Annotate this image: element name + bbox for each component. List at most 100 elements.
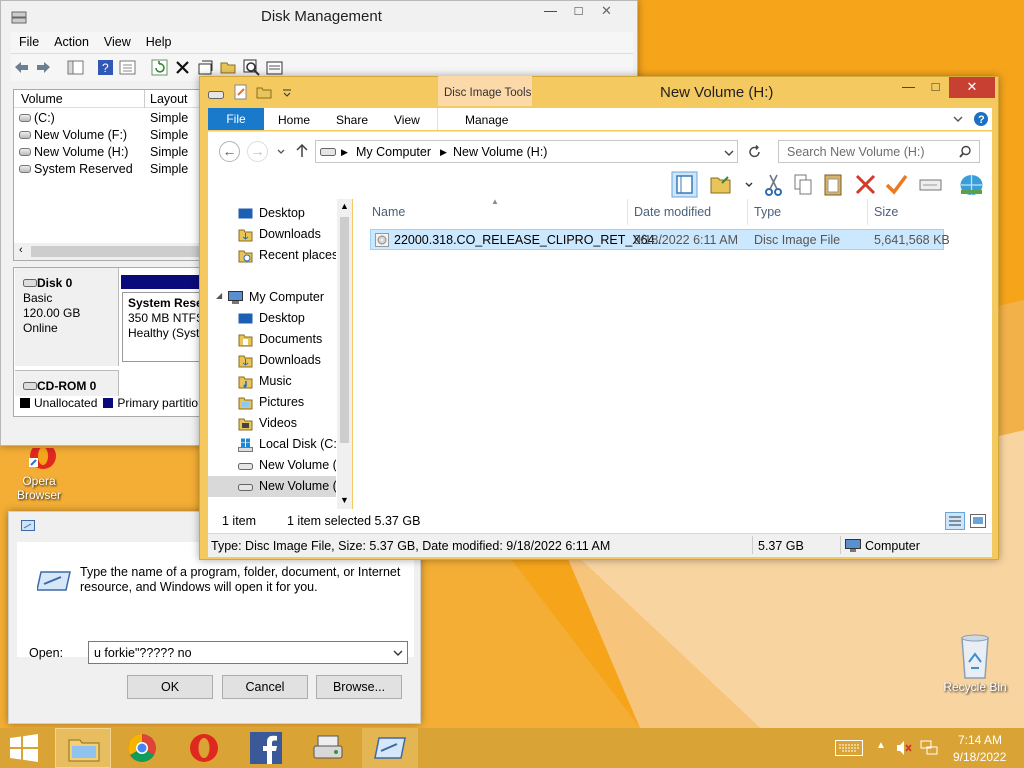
breadcrumb-separator-icon[interactable]: ▶ bbox=[341, 147, 348, 158]
customize-quick-access-icon[interactable] bbox=[282, 88, 292, 98]
menu-file[interactable]: File bbox=[11, 32, 46, 49]
minimize-button[interactable]: — bbox=[537, 1, 564, 22]
nav-item-downloads[interactable]: Downloads bbox=[208, 224, 336, 245]
properties-quick-icon[interactable] bbox=[234, 84, 248, 100]
clock-date[interactable]: 9/18/2022 bbox=[953, 750, 1006, 764]
run-open-input[interactable]: u forkie"????? no bbox=[88, 641, 408, 664]
search-icon[interactable] bbox=[959, 145, 972, 158]
nav-item-pictures[interactable]: Pictures bbox=[208, 392, 336, 413]
column-size[interactable]: Size bbox=[874, 205, 898, 219]
taskbar-disk-management[interactable] bbox=[300, 728, 356, 768]
chevron-down-icon[interactable] bbox=[953, 116, 963, 122]
details-view-icon[interactable] bbox=[945, 512, 965, 530]
chevron-down-icon[interactable] bbox=[745, 182, 753, 188]
address-bar[interactable]: ▶ My Computer ▶ New Volume (H:) bbox=[315, 140, 738, 163]
refresh-icon[interactable] bbox=[748, 145, 762, 159]
chevron-down-icon[interactable] bbox=[393, 650, 403, 656]
help-icon[interactable]: ? bbox=[973, 111, 989, 127]
rename-checkmark-icon[interactable] bbox=[883, 171, 910, 198]
disk0-label[interactable]: Disk 0 Basic 120.00 GB Online bbox=[15, 268, 119, 366]
up-arrow-icon[interactable] bbox=[296, 144, 308, 158]
nav-item-new-volume[interactable]: New Volume (I bbox=[208, 455, 336, 476]
large-icons-view-icon[interactable] bbox=[970, 514, 986, 528]
forward-button[interactable]: → bbox=[247, 141, 268, 162]
network-icon[interactable] bbox=[920, 740, 938, 756]
new-folder-quick-icon[interactable] bbox=[256, 85, 272, 99]
menu-action[interactable]: Action bbox=[46, 32, 96, 49]
minimize-button[interactable]: — bbox=[895, 77, 922, 98]
forward-arrow-icon[interactable] bbox=[35, 59, 52, 76]
nav-item-local-disk-c[interactable]: Local Disk (C:) bbox=[208, 434, 336, 455]
find-icon[interactable] bbox=[243, 59, 260, 76]
horizontal-scrollbar[interactable]: ‹ bbox=[14, 243, 202, 260]
cut-icon[interactable] bbox=[760, 171, 787, 198]
clock-time[interactable]: 7:14 AM bbox=[958, 733, 1002, 747]
move-to-folder-icon[interactable] bbox=[708, 171, 735, 198]
disk-management-titlebar[interactable]: Disk Management — □ ✕ bbox=[1, 1, 637, 31]
preview-pane-icon[interactable] bbox=[671, 171, 698, 198]
tab-home[interactable]: Home bbox=[278, 113, 310, 127]
volume-row[interactable]: New Volume (F:) Simple bbox=[14, 127, 202, 144]
taskbar-chrome[interactable] bbox=[114, 728, 170, 768]
show-hide-tree-icon[interactable] bbox=[67, 59, 84, 76]
nav-item-music[interactable]: Music bbox=[208, 371, 336, 392]
nav-item-desktop[interactable]: Desktop bbox=[208, 308, 336, 329]
volume-row[interactable]: (C:) Simple bbox=[14, 110, 202, 127]
taskbar-file-explorer[interactable] bbox=[55, 728, 111, 768]
scroll-up-icon[interactable]: ▲ bbox=[340, 201, 349, 211]
breadcrumb-new-volume[interactable]: New Volume (H:) bbox=[453, 145, 547, 159]
nav-item-downloads[interactable]: Downloads bbox=[208, 350, 336, 371]
network-globe-icon[interactable] bbox=[958, 171, 985, 198]
check-disk-icon[interactable] bbox=[197, 59, 214, 76]
speaker-muted-icon[interactable] bbox=[896, 740, 912, 756]
back-arrow-icon[interactable] bbox=[13, 59, 30, 76]
ok-button[interactable]: OK bbox=[127, 675, 213, 699]
recent-locations-chevron-icon[interactable] bbox=[277, 149, 285, 155]
breadcrumb-my-computer[interactable]: My Computer bbox=[356, 145, 431, 159]
delete-icon[interactable] bbox=[174, 59, 191, 76]
delete-icon[interactable] bbox=[852, 171, 879, 198]
maximize-button[interactable]: □ bbox=[565, 1, 592, 22]
properties-icon[interactable] bbox=[119, 59, 136, 76]
maximize-button[interactable]: □ bbox=[922, 77, 949, 98]
nav-item-new-volume-selected[interactable]: New Volume (I bbox=[208, 476, 336, 497]
help-icon[interactable]: ? bbox=[97, 59, 114, 76]
tab-manage[interactable]: Manage bbox=[465, 113, 508, 127]
refresh-icon[interactable] bbox=[151, 59, 168, 76]
start-button-windows-icon[interactable] bbox=[9, 734, 39, 762]
taskbar-run[interactable] bbox=[362, 728, 418, 768]
taskbar-opera[interactable] bbox=[176, 728, 232, 768]
touch-keyboard-icon[interactable] bbox=[835, 740, 863, 756]
browse-button[interactable]: Browse... bbox=[316, 675, 402, 699]
scrollbar-thumb[interactable] bbox=[340, 217, 349, 443]
scrollbar-thumb[interactable] bbox=[31, 246, 199, 257]
explorer-titlebar[interactable]: Disc Image Tools New Volume (H:) — □ ✕ bbox=[200, 76, 998, 107]
open-folder-icon[interactable] bbox=[220, 59, 237, 76]
tab-view[interactable]: View bbox=[394, 113, 420, 127]
chevron-down-icon[interactable] bbox=[724, 150, 734, 156]
scroll-left-icon[interactable]: ‹ bbox=[19, 244, 23, 256]
system-reserved-partition[interactable]: System Rese 350 MB NTFS Healthy (Syst bbox=[122, 292, 200, 362]
nav-item-documents[interactable]: Documents bbox=[208, 329, 336, 350]
show-hidden-icons-icon[interactable]: ▲ bbox=[876, 740, 886, 751]
back-button[interactable]: ← bbox=[219, 141, 240, 162]
expand-arrow-icon[interactable]: ◢ bbox=[216, 291, 222, 300]
close-button[interactable]: ✕ bbox=[593, 1, 620, 22]
navigation-scrollbar[interactable]: ▲ ▼ bbox=[337, 199, 352, 509]
file-row[interactable]: 22000.318.CO_RELEASE_CLIPRO_RET_X64... 9… bbox=[370, 229, 950, 250]
nav-item-desktop[interactable]: Desktop bbox=[208, 203, 336, 224]
properties-icon[interactable] bbox=[917, 171, 944, 198]
tab-file[interactable]: File bbox=[208, 108, 264, 130]
nav-item-recent-places[interactable]: Recent places bbox=[208, 245, 336, 266]
cancel-button[interactable]: Cancel bbox=[222, 675, 308, 699]
breadcrumb-separator-icon[interactable]: ▶ bbox=[440, 147, 447, 158]
volume-row[interactable]: New Volume (H:) Simple bbox=[14, 144, 202, 161]
copy-icon[interactable] bbox=[790, 171, 817, 198]
column-type[interactable]: Type bbox=[754, 205, 781, 219]
nav-item-my-computer[interactable]: ◢ My Computer bbox=[208, 287, 336, 308]
menu-help[interactable]: Help bbox=[138, 32, 179, 49]
taskbar-facebook[interactable] bbox=[238, 728, 294, 768]
recycle-bin-desktop-icon[interactable]: Recycle Bin bbox=[940, 632, 1010, 694]
menu-view[interactable]: View bbox=[96, 32, 138, 49]
search-input[interactable]: Search New Volume (H:) bbox=[778, 140, 980, 163]
